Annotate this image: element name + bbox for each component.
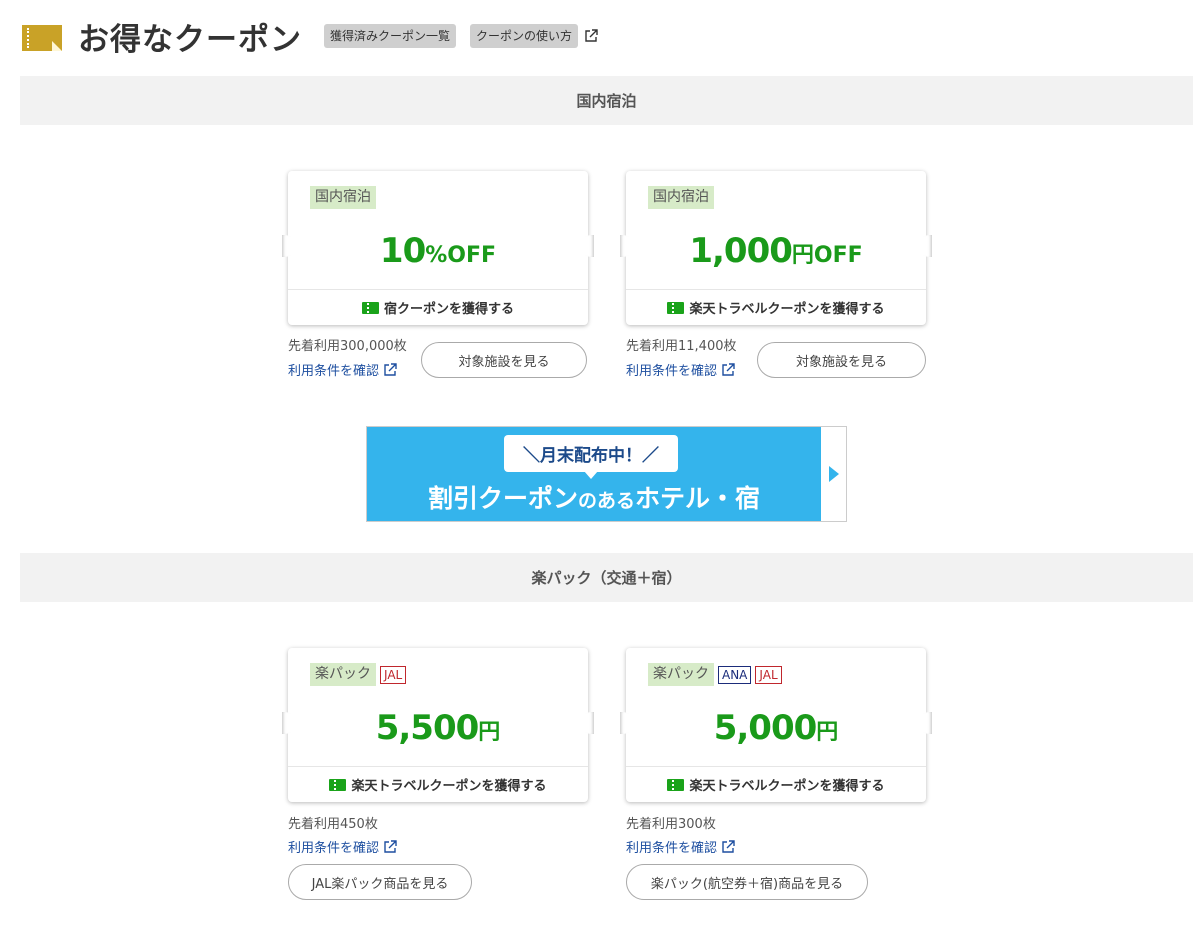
external-link-icon bbox=[585, 29, 598, 42]
coupon-card: 楽パック JAL 5,500円 楽天トラベルクーポンを獲得する bbox=[282, 648, 594, 802]
coupon-amount: 10%OFF bbox=[379, 231, 497, 271]
ticket-icon bbox=[329, 778, 347, 791]
coupon-card: 国内宿泊 1,000円OFF 楽天トラベルクーポンを獲得する bbox=[620, 171, 932, 325]
coupon-amount: 5,000円 bbox=[713, 708, 839, 748]
coupon-amount: 5,500円 bbox=[375, 708, 501, 748]
category-tag: 国内宿泊 bbox=[648, 186, 714, 209]
section-header-domestic: 国内宿泊 bbox=[20, 76, 1193, 125]
external-link-icon bbox=[384, 839, 397, 853]
terms-link[interactable]: 利用条件を確認 bbox=[288, 837, 397, 856]
view-facilities-button[interactable]: 対象施設を見る bbox=[757, 342, 926, 378]
get-coupon-button[interactable]: 楽天トラベルクーポンを獲得する bbox=[288, 766, 588, 802]
coupon-card: 楽パック ANA JAL 5,000円 楽天トラベルクーポンを獲得する bbox=[620, 648, 932, 802]
first-come-count: 先着利用300,000枚 bbox=[288, 339, 407, 354]
category-tag: 国内宿泊 bbox=[310, 186, 376, 209]
get-coupon-button[interactable]: 楽天トラベルクーポンを獲得する bbox=[626, 289, 926, 325]
arrow-right-icon bbox=[828, 466, 839, 482]
section-header-rakupack: 楽パック（交通＋宿） bbox=[20, 553, 1193, 602]
first-come-count: 先着利用300枚 bbox=[626, 817, 716, 832]
external-link-icon bbox=[722, 839, 735, 853]
first-come-count: 先着利用11,400枚 bbox=[626, 339, 737, 354]
airline-badge-jal: JAL bbox=[755, 665, 782, 684]
category-tag: 楽パック bbox=[648, 663, 714, 686]
ticket-icon bbox=[667, 778, 685, 791]
first-come-count: 先着利用450枚 bbox=[288, 817, 378, 832]
terms-link[interactable]: 利用条件を確認 bbox=[626, 837, 735, 856]
coupon-howto-link[interactable]: クーポンの使い方 bbox=[470, 24, 579, 48]
terms-link[interactable]: 利用条件を確認 bbox=[288, 360, 397, 379]
view-facilities-button[interactable]: 対象施設を見る bbox=[421, 342, 587, 378]
terms-link[interactable]: 利用条件を確認 bbox=[626, 360, 735, 379]
banner-headline: 割引クーポンのあるホテル・宿 bbox=[427, 484, 761, 513]
coupon-card: 国内宿泊 10%OFF 宿クーポンを獲得する bbox=[282, 171, 594, 325]
banner-bubble: ＼月末配布中！／ bbox=[504, 435, 678, 479]
view-jal-packages-button[interactable]: JAL楽パック商品を見る bbox=[288, 864, 472, 900]
coupon-amount: 1,000円OFF bbox=[689, 231, 863, 271]
page-title: お得なクーポン bbox=[78, 21, 302, 58]
get-coupon-button[interactable]: 宿クーポンを獲得する bbox=[288, 289, 588, 325]
get-coupon-button[interactable]: 楽天トラベルクーポンを獲得する bbox=[626, 766, 926, 802]
ticket-icon bbox=[361, 301, 379, 314]
view-rakupack-button[interactable]: 楽パック(航空券＋宿)商品を見る bbox=[626, 864, 868, 900]
airline-badge-jal: JAL bbox=[380, 665, 407, 684]
external-link-icon bbox=[384, 362, 397, 376]
ticket-icon bbox=[667, 301, 685, 314]
category-tag: 楽パック bbox=[310, 663, 376, 686]
page-header: お得なクーポン 獲得済みクーポン一覧 クーポンの使い方 bbox=[20, 14, 598, 58]
coupon-icon bbox=[20, 19, 64, 53]
external-link-icon bbox=[722, 362, 735, 376]
month-end-coupon-banner[interactable]: ＼月末配布中！／ 割引クーポンのあるホテル・宿 bbox=[366, 426, 847, 522]
airline-badge-ana: ANA bbox=[718, 665, 752, 684]
acquired-coupons-link[interactable]: 獲得済みクーポン一覧 bbox=[324, 24, 457, 48]
